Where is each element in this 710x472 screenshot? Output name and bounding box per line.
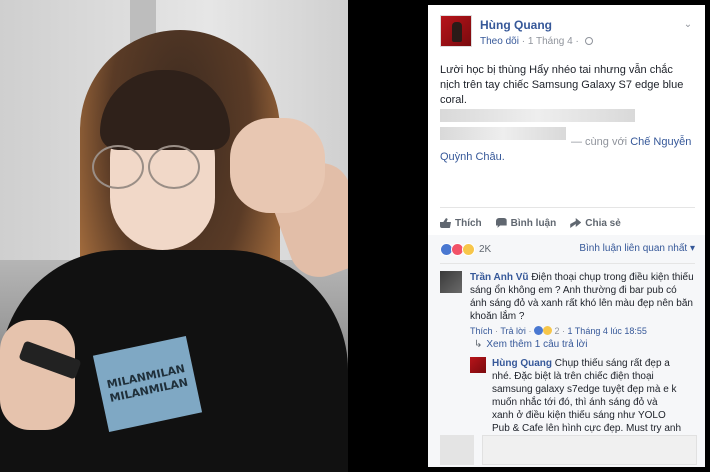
view-more-replies-label: Xem thêm 1 câu trả lời bbox=[486, 339, 588, 350]
blurred-text bbox=[440, 109, 635, 122]
sort-label: Bình luận liên quan nhất bbox=[579, 243, 688, 254]
comment-reply-link[interactable]: Trả lời bbox=[500, 326, 526, 336]
share-button[interactable]: Chia sẻ bbox=[570, 218, 621, 229]
haha-reaction-icon bbox=[542, 326, 552, 335]
post-photo[interactable]: MILANMILAN MILANMILAN bbox=[0, 0, 348, 472]
author-avatar[interactable] bbox=[440, 15, 472, 47]
author-name[interactable]: Hùng Quang bbox=[480, 18, 552, 32]
tagged-friend-link-2[interactable]: Quỳnh Châu. bbox=[440, 151, 505, 163]
comment-avatar-placeholder bbox=[440, 435, 474, 465]
post-actions: Thích Bình luận Chia sẻ bbox=[440, 213, 695, 233]
share-icon bbox=[570, 218, 582, 228]
photo-glasses-right bbox=[148, 145, 200, 189]
divider bbox=[440, 263, 695, 264]
photo-hand bbox=[230, 118, 325, 213]
chevron-down-icon[interactable]: ⌄ bbox=[681, 19, 695, 33]
haha-reaction-icon bbox=[462, 243, 475, 256]
comment-time[interactable]: 1 Tháng 4 lúc 18:55 bbox=[567, 326, 646, 336]
globe-icon[interactable] bbox=[584, 37, 593, 45]
tagged-friend-link[interactable]: Chế Nguyễn bbox=[630, 136, 691, 148]
post-meta: Theo dõi · 1 Tháng 4 · bbox=[480, 36, 593, 47]
post-text-line-3: coral. bbox=[440, 94, 467, 106]
reply-text: Chụp thiếu sáng rất đẹp a nhé. Đặc biệt … bbox=[492, 358, 682, 447]
reply-arrow-icon: ↳ bbox=[474, 339, 483, 350]
post-text-line-1: Lười học bị thùng Hẩy nhéo tai nhưng vẫn… bbox=[440, 64, 673, 76]
comment-reaction-count: 2 bbox=[554, 326, 560, 336]
replier-avatar[interactable] bbox=[470, 357, 486, 373]
like-button[interactable]: Thích bbox=[440, 218, 482, 229]
meta-separator: · bbox=[521, 36, 526, 47]
meta-separator-2: · bbox=[575, 36, 579, 47]
post-panel: Hùng Quang Theo dõi · 1 Tháng 4 · ⌄ Lười… bbox=[428, 5, 705, 467]
replier-name[interactable]: Hùng Quang bbox=[492, 358, 552, 369]
reply-comment: Hùng Quang Chụp thiếu sáng rất đẹp a nhé… bbox=[470, 357, 695, 447]
like-icon bbox=[440, 218, 451, 228]
post-header: Hùng Quang Theo dõi · 1 Tháng 4 · ⌄ bbox=[440, 15, 695, 60]
post-text-line-2: nịch trên tay chiếc Samsung Galaxy S7 ed… bbox=[440, 79, 684, 91]
comment-like-link[interactable]: Thích bbox=[470, 326, 493, 336]
tagged-with: — cùng với Chế Nguyễn bbox=[571, 136, 691, 148]
commenter-name[interactable]: Trần Anh Vũ bbox=[470, 272, 529, 283]
reaction-count: 2K bbox=[479, 244, 492, 255]
divider bbox=[440, 207, 695, 208]
comment-label: Bình luận bbox=[510, 217, 557, 229]
comment-sort-dropdown[interactable]: Bình luận liên quan nhất ▾ bbox=[579, 243, 695, 254]
post-date[interactable]: 1 Tháng 4 bbox=[528, 36, 573, 47]
reactions-summary[interactable]: 2K bbox=[440, 243, 491, 256]
like-reaction-icon bbox=[533, 326, 543, 335]
comment-body: Trần Anh Vũ Điện thoại chụp trong điều k… bbox=[470, 271, 695, 323]
comment-button[interactable]: Bình luận bbox=[495, 217, 557, 229]
like-label: Thích bbox=[455, 217, 482, 229]
blurred-text bbox=[440, 127, 566, 140]
share-label: Chia sẻ bbox=[585, 217, 621, 229]
comment-input[interactable] bbox=[482, 435, 697, 465]
commenter-avatar[interactable] bbox=[440, 271, 462, 293]
comments-section: 2K Bình luận liên quan nhất ▾ Trần Anh V… bbox=[428, 235, 705, 467]
comment: Trần Anh Vũ Điện thoại chụp trong điều k… bbox=[440, 271, 700, 341]
with-prefix: — cùng với bbox=[571, 136, 628, 148]
post-text: Lười học bị thùng Hẩy nhéo tai nhưng vẫn… bbox=[440, 63, 695, 108]
comment-icon bbox=[495, 218, 507, 228]
comment-meta: Thích · Trả lời · 2 · 1 Tháng 4 lúc 18:5… bbox=[470, 326, 647, 336]
photo-glasses-left bbox=[92, 145, 144, 189]
view-more-replies[interactable]: ↳ Xem thêm 1 câu trả lời bbox=[474, 339, 587, 350]
follow-link[interactable]: Theo dõi bbox=[480, 36, 519, 47]
caret-down-icon: ▾ bbox=[689, 243, 695, 254]
